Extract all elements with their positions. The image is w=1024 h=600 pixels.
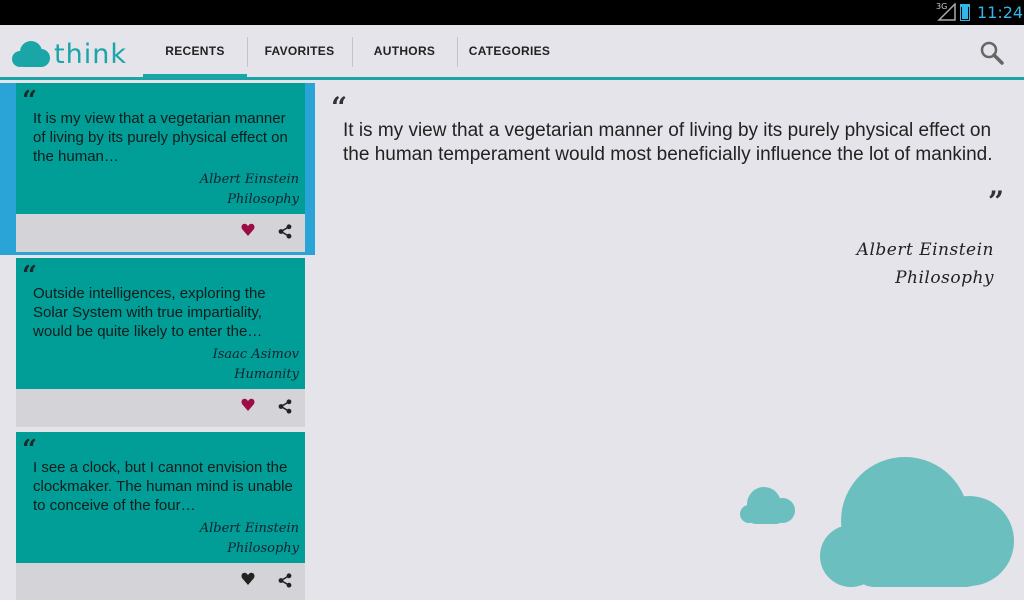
tab-bar: RECENTS FAVORITES AUTHORS CATEGORIES [143, 25, 562, 80]
signal-icon [937, 3, 956, 21]
app-logo: think [12, 38, 127, 70]
quote-card-author: Albert Einstein [199, 521, 299, 536]
large-cloud-decoration [820, 457, 1015, 589]
quote-close-icon: ” [988, 185, 1005, 218]
heart-icon[interactable] [241, 572, 255, 586]
share-icon[interactable] [278, 573, 292, 588]
quote-card-category: Philosophy [227, 541, 299, 556]
quote-card-text: It is my view that a vegetarian manner o… [33, 110, 288, 165]
quote-list: “ It is my view that a vegetarian manner… [0, 83, 315, 600]
quote-card-category: Humanity [234, 367, 299, 382]
quote-card-actions [16, 389, 305, 427]
quote-card-text: Outside intelligences, exploring the Sol… [33, 285, 266, 340]
status-clock: 11:24 [977, 3, 1024, 22]
tab-authors[interactable]: AUTHORS [352, 25, 457, 77]
quote-detail-text: It is my view that a vegetarian manner o… [343, 120, 993, 165]
action-bar: think RECENTS FAVORITES AUTHORS CATEGORI… [0, 25, 1024, 80]
quote-card-body[interactable]: “ Outside intelligences, exploring the S… [16, 258, 305, 389]
search-icon[interactable] [979, 40, 1005, 66]
quote-detail-author: Albert Einstein [856, 240, 994, 260]
quote-card-author: Isaac Asimov [212, 347, 299, 362]
quote-open-icon: “ [22, 435, 37, 465]
quote-card-body[interactable]: “ I see a clock, but I cannot envision t… [16, 432, 305, 563]
quote-card-category: Philosophy [227, 192, 299, 207]
tab-favorites[interactable]: FAVORITES [247, 25, 352, 77]
quote-open-icon: “ [331, 91, 348, 124]
share-icon[interactable] [278, 399, 292, 414]
heart-icon[interactable] [241, 398, 255, 412]
quote-card-actions [16, 214, 305, 252]
status-bar: 3G 11:24 [0, 0, 1024, 25]
tab-categories[interactable]: CATEGORIES [457, 25, 562, 77]
quote-open-icon: “ [22, 86, 37, 116]
quote-card-body[interactable]: “ It is my view that a vegetarian manner… [16, 83, 305, 214]
cloud-logo-icon [12, 41, 50, 67]
quote-detail: “ It is my view that a vegetarian manner… [315, 83, 1024, 600]
quote-card-author: Albert Einstein [199, 172, 299, 187]
quote-open-icon: “ [22, 261, 37, 291]
quote-card-text: I see a clock, but I cannot envision the… [33, 459, 293, 514]
small-cloud-decoration [740, 485, 796, 525]
heart-icon[interactable] [241, 223, 255, 237]
tab-recents[interactable]: RECENTS [143, 25, 247, 80]
app-logo-text: think [54, 38, 127, 70]
battery-icon [960, 4, 970, 21]
share-icon[interactable] [278, 224, 292, 239]
quote-card-actions [16, 563, 305, 600]
quote-detail-category: Philosophy [895, 268, 994, 288]
